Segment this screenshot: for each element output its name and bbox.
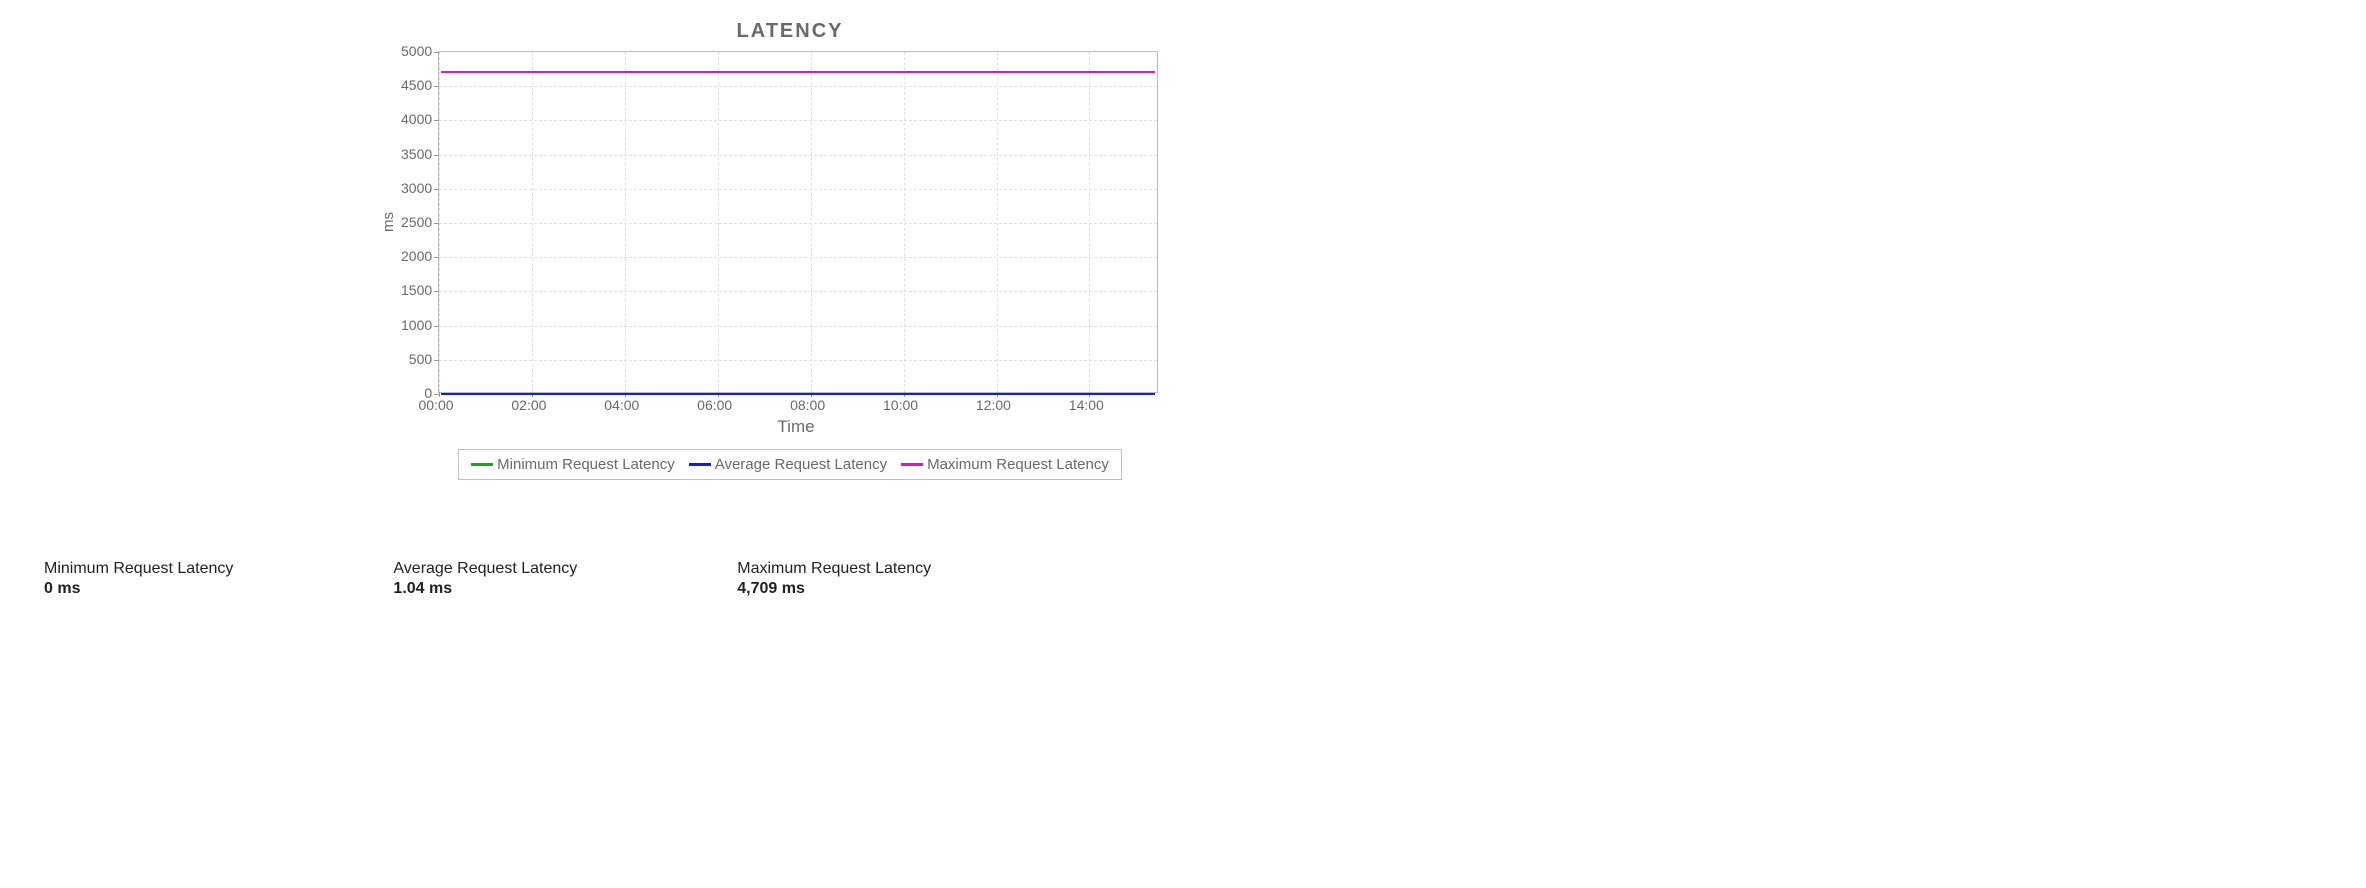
x-tick-label: 00:00	[418, 397, 453, 413]
grid-line-v	[439, 52, 440, 392]
plot-area: ms 5000450040003500300025002000150010005…	[380, 51, 1200, 393]
legend-label: Average Request Latency	[715, 456, 887, 473]
x-axis-ticks: 00:0002:0004:0006:0008:0010:0012:0014:00	[436, 397, 1156, 415]
grid-line-h	[439, 189, 1157, 190]
legend-item[interactable]: Maximum Request Latency	[901, 456, 1109, 473]
legend-swatch	[901, 463, 923, 466]
x-tick-label: 04:00	[604, 397, 639, 413]
x-tick-label: 10:00	[883, 397, 918, 413]
y-axis-label: ms	[380, 212, 397, 232]
x-tick-label: 14:00	[1069, 397, 1104, 413]
grid-line-v	[718, 52, 719, 392]
legend-item[interactable]: Minimum Request Latency	[471, 456, 675, 473]
plot-box	[438, 51, 1158, 393]
stat-value: 4,709 ms	[737, 580, 931, 598]
grid-line-h	[439, 257, 1157, 258]
y-axis-ticks: 5000450040003500300025002000150010005000	[401, 51, 432, 393]
latency-chart: LATENCY ms 50004500400035003000250020001…	[380, 20, 1200, 540]
grid-line-h	[439, 155, 1157, 156]
x-tick-label: 12:00	[976, 397, 1011, 413]
stat-label: Maximum Request Latency	[737, 560, 931, 578]
legend-item[interactable]: Average Request Latency	[689, 456, 887, 473]
grid-line-v	[997, 52, 998, 392]
stat-block: Average Request Latency 1.04 ms	[393, 560, 577, 598]
grid-line-h	[439, 360, 1157, 361]
x-axis-label: Time	[436, 417, 1156, 437]
stat-block: Maximum Request Latency 4,709 ms	[737, 560, 931, 598]
stat-label: Average Request Latency	[393, 560, 577, 578]
grid-line-v	[904, 52, 905, 392]
x-tick-label: 06:00	[697, 397, 732, 413]
grid-line-h	[439, 120, 1157, 121]
stat-value: 0 ms	[44, 580, 233, 598]
grid-line-h	[439, 223, 1157, 224]
legend-label: Maximum Request Latency	[927, 456, 1109, 473]
grid-line-h	[439, 86, 1157, 87]
x-tick-label: 02:00	[511, 397, 546, 413]
grid-line-h	[439, 326, 1157, 327]
legend-swatch	[471, 463, 493, 466]
chart-legend: Minimum Request Latency Average Request L…	[458, 449, 1122, 480]
grid-line-v	[532, 52, 533, 392]
grid-line-v	[625, 52, 626, 392]
grid-line-v	[1089, 52, 1090, 392]
stat-value: 1.04 ms	[393, 580, 577, 598]
grid-line-v	[811, 52, 812, 392]
series-line	[441, 393, 1155, 395]
stat-label: Minimum Request Latency	[44, 560, 233, 578]
x-tick-label: 08:00	[790, 397, 825, 413]
stats-row: Minimum Request Latency 0 ms Average Reque…	[44, 560, 931, 598]
series-line	[441, 71, 1155, 73]
legend-swatch	[689, 463, 711, 466]
legend-label: Minimum Request Latency	[497, 456, 675, 473]
grid-line-h	[439, 291, 1157, 292]
chart-title: LATENCY	[380, 20, 1200, 43]
stat-block: Minimum Request Latency 0 ms	[44, 560, 233, 598]
